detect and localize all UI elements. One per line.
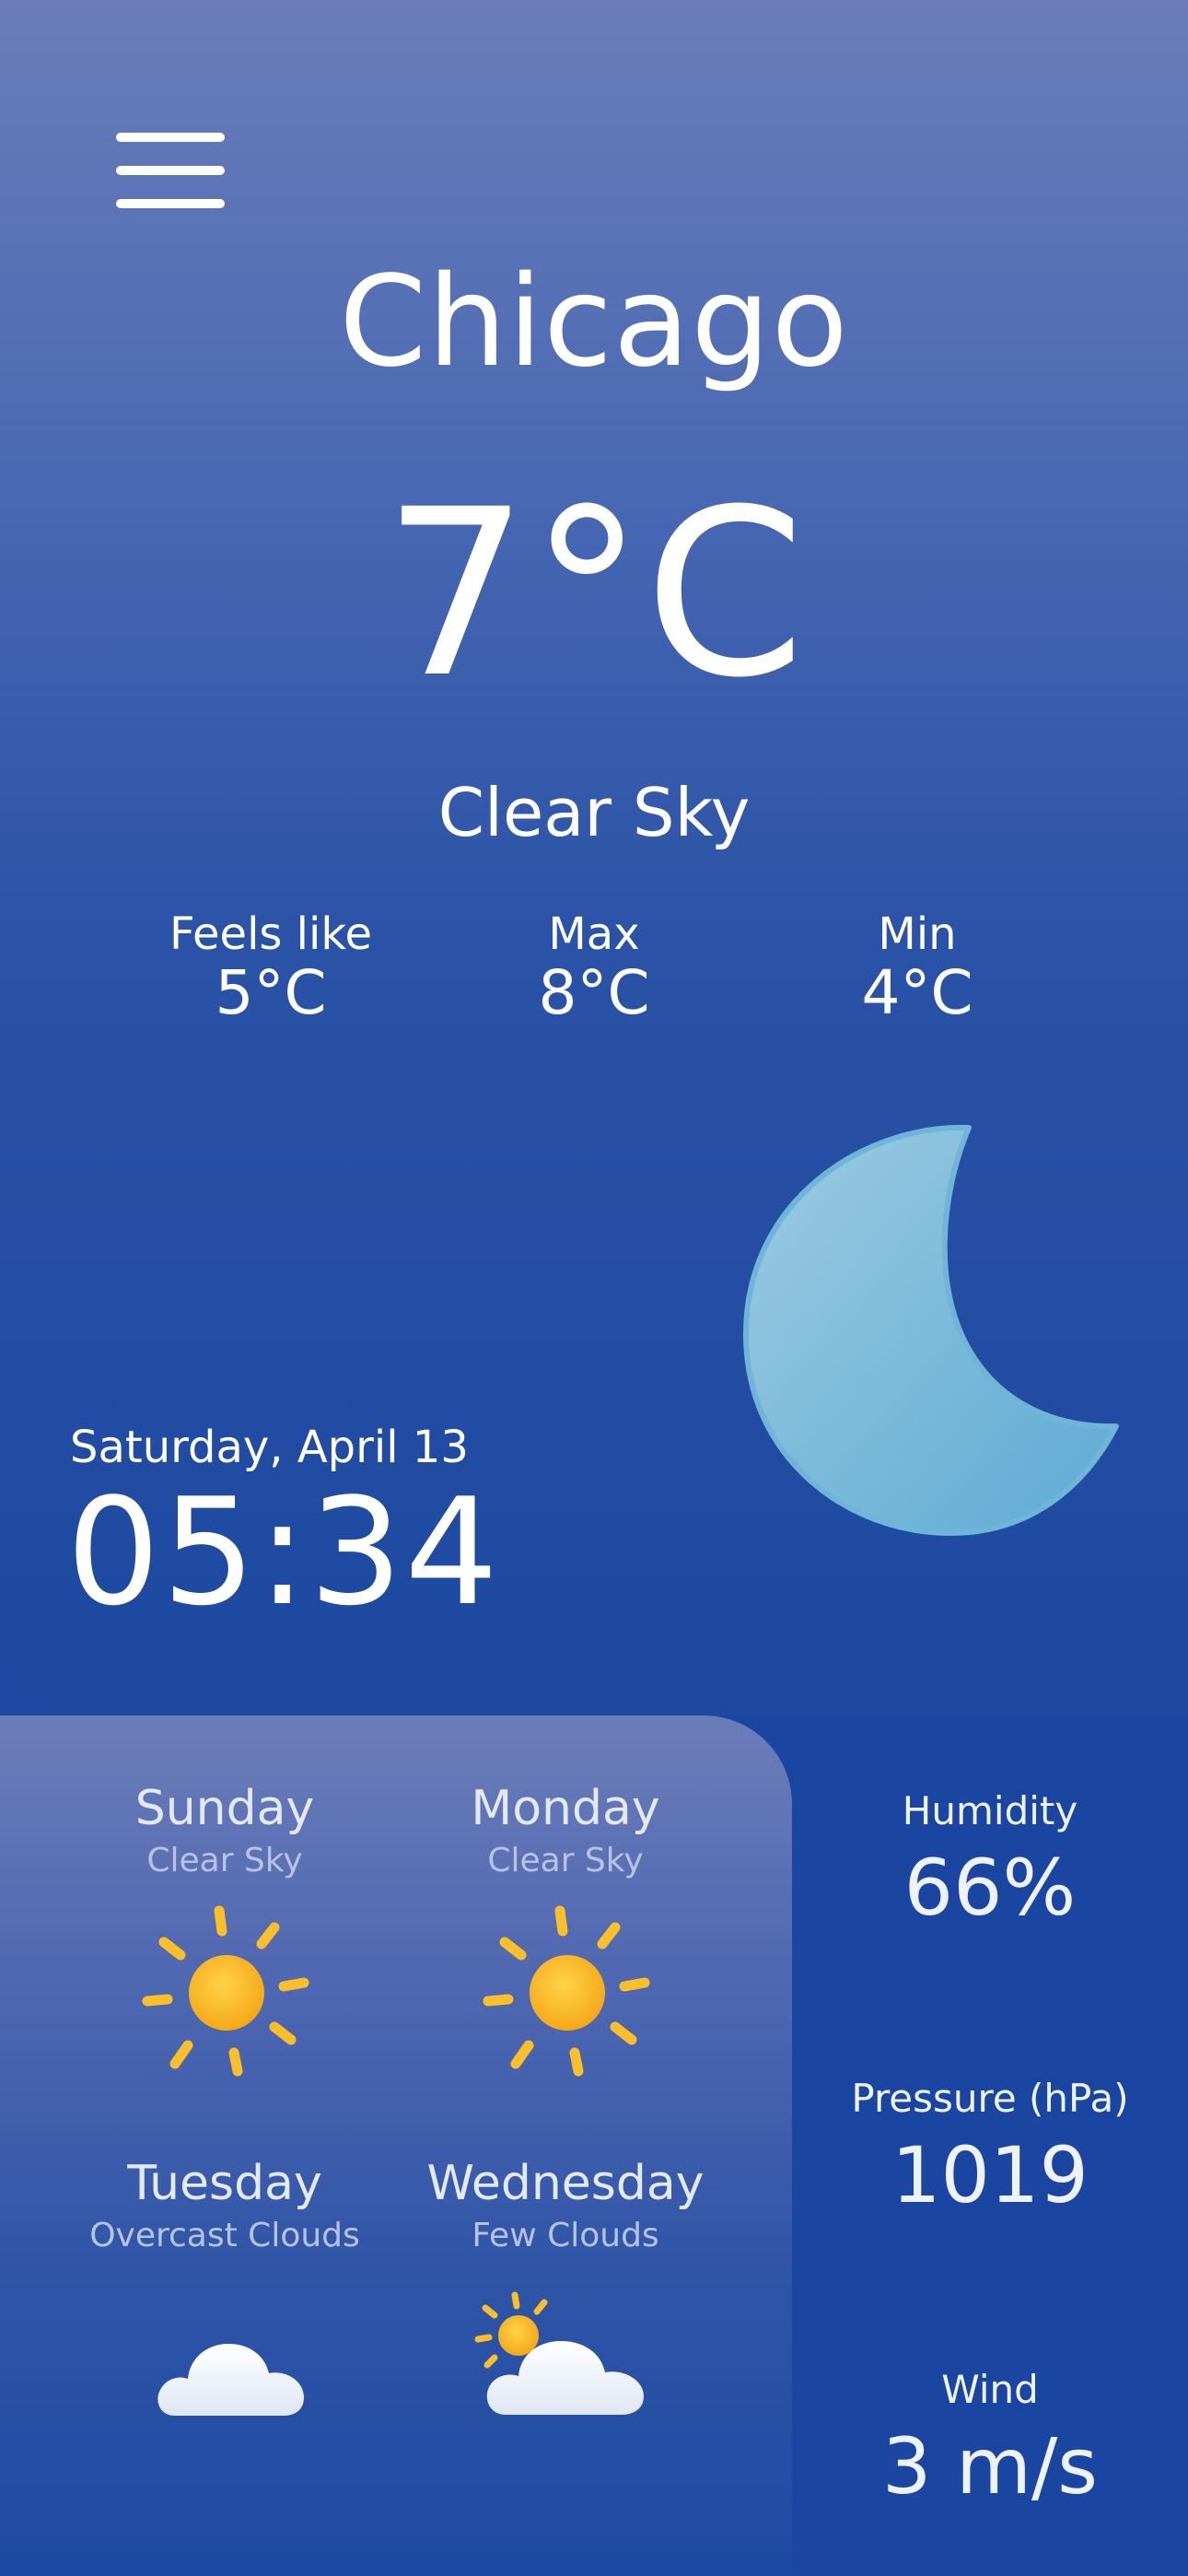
cloud-icon <box>157 2344 304 2416</box>
min-temp-metric: Min 4°C <box>770 907 1065 1025</box>
sun-behind-cloud-icon <box>474 2291 644 2415</box>
forecast-day-description: Overcast Clouds <box>89 2217 360 2254</box>
forecast-day: Monday Clear Sky <box>400 1778 731 1883</box>
sun-icon <box>142 1905 309 2077</box>
max-temp-value: 8°C <box>538 957 650 1028</box>
forecast-day-name: Tuesday <box>127 2156 322 2211</box>
weather-screen: Chicago 7°C Clear Sky Feels like 5°C Max… <box>0 0 1188 2576</box>
forecast-day: Sunday Clear Sky <box>59 1778 390 1883</box>
min-temp-value: 4°C <box>861 957 973 1028</box>
menu-button[interactable] <box>114 129 228 214</box>
forecast-day-description: Few Clouds <box>472 2217 659 2254</box>
forecast-day-name: Sunday <box>134 1781 315 1836</box>
pressure-stat: Pressure (hPa) 1019 <box>829 2073 1151 2226</box>
wind-value: 3 m/s <box>881 2421 1099 2512</box>
forecast-day: Wednesday Few Clouds <box>400 2153 731 2258</box>
pressure-label: Pressure (hPa) <box>851 2076 1129 2121</box>
feels-like-metric: Feels like 5°C <box>123 907 418 1025</box>
moon-icon <box>743 1124 1119 1536</box>
forecast-day-description: Clear Sky <box>487 1842 644 1879</box>
forecast-day: Tuesday Overcast Clouds <box>59 2153 390 2258</box>
feels-like-value: 5°C <box>215 957 327 1028</box>
forecast-day-description: Clear Sky <box>146 1842 303 1879</box>
wind-stat: Wind 3 m/s <box>829 2364 1151 2517</box>
humidity-value: 66% <box>903 1843 1077 1933</box>
forecast-day-name: Wednesday <box>426 2156 705 2211</box>
hamburger-menu-icon-bar <box>116 166 225 175</box>
max-temp-label: Max <box>548 908 640 960</box>
pressure-value: 1019 <box>891 2130 1089 2220</box>
hamburger-menu-icon-bar <box>116 199 225 208</box>
feels-like-label: Feels like <box>169 908 372 960</box>
humidity-label: Humidity <box>902 1788 1078 1833</box>
wind-label: Wind <box>941 2367 1039 2412</box>
min-temp-label: Min <box>878 908 957 960</box>
max-temp-metric: Max 8°C <box>447 907 741 1025</box>
city-name: Chicago <box>339 250 849 395</box>
current-time: 05:34 <box>66 1466 501 1638</box>
current-temperature: 7°C <box>382 460 806 728</box>
current-condition: Clear Sky <box>437 774 751 851</box>
hamburger-menu-icon <box>116 133 225 142</box>
sun-icon <box>483 1905 650 2077</box>
forecast-day-name: Monday <box>471 1781 660 1836</box>
humidity-stat: Humidity 66% <box>829 1786 1151 1938</box>
